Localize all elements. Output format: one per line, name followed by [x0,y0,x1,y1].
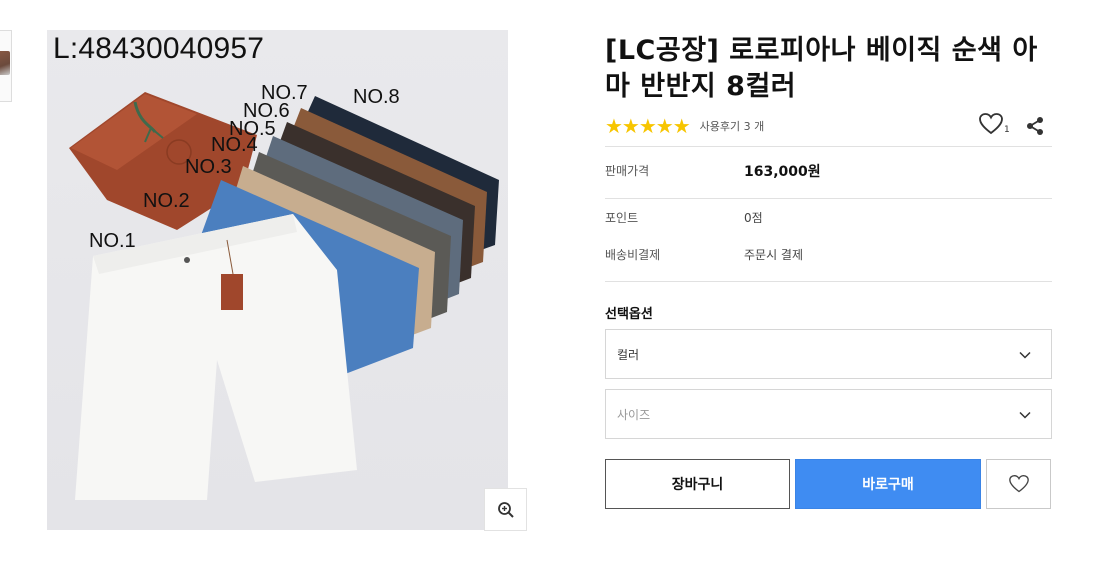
price-value: 163,000원 [744,164,821,180]
shipping-label: 배송비결제 [605,248,661,262]
price-label: 판매가격 [605,164,650,178]
chevron-down-icon [1019,351,1031,359]
add-to-cart-button[interactable]: 장바구니 [605,459,790,509]
review-count-link[interactable]: 사용후기 3 개 [700,118,765,134]
color-label-1: NO.1 [89,230,136,252]
color-select-value: 컬러 [617,347,640,362]
product-image: L:48430040957 NO.1 NO.2 NO.3 NO.4 NO.5 N… [47,30,508,530]
divider [605,146,1052,147]
option-section-title: 선택옵션 [605,307,653,322]
zoom-button[interactable] [484,488,527,531]
color-label-8: NO.8 [353,86,400,108]
heart-icon [979,113,1003,135]
rating-row: ★★★★★ 사용후기 3 개 [605,115,764,137]
heart-icon [1008,474,1029,493]
size-select-value: 사이즈 [617,407,651,422]
zoom-in-icon [497,501,514,518]
add-to-wishlist-button[interactable] [986,459,1051,509]
share-icon [1027,117,1043,135]
product-sku-text: L:48430040957 [53,32,265,65]
divider [605,281,1052,282]
point-value: 0점 [744,211,763,225]
divider [605,198,1052,199]
share-button[interactable] [1025,116,1045,136]
shipping-value: 주문시 결제 [744,248,804,262]
thumbnail-image [0,51,10,75]
star-rating: ★★★★★ [605,114,691,138]
color-select[interactable]: 컬러 [605,329,1052,379]
thumbnail-item[interactable] [0,30,12,102]
chevron-down-icon [1019,411,1031,419]
color-label-7: NO.7 [261,82,308,104]
wishlist-count: 1 [1004,125,1010,135]
product-title: [LC공장] 로로피아나 베이직 순색 아마 반반지 8컬러 [605,35,1038,102]
color-label-3: NO.3 [185,156,232,178]
buy-now-button[interactable]: 바로구매 [795,459,981,509]
point-label: 포인트 [605,211,639,225]
size-select[interactable]: 사이즈 [605,389,1052,439]
color-label-2: NO.2 [143,190,190,212]
